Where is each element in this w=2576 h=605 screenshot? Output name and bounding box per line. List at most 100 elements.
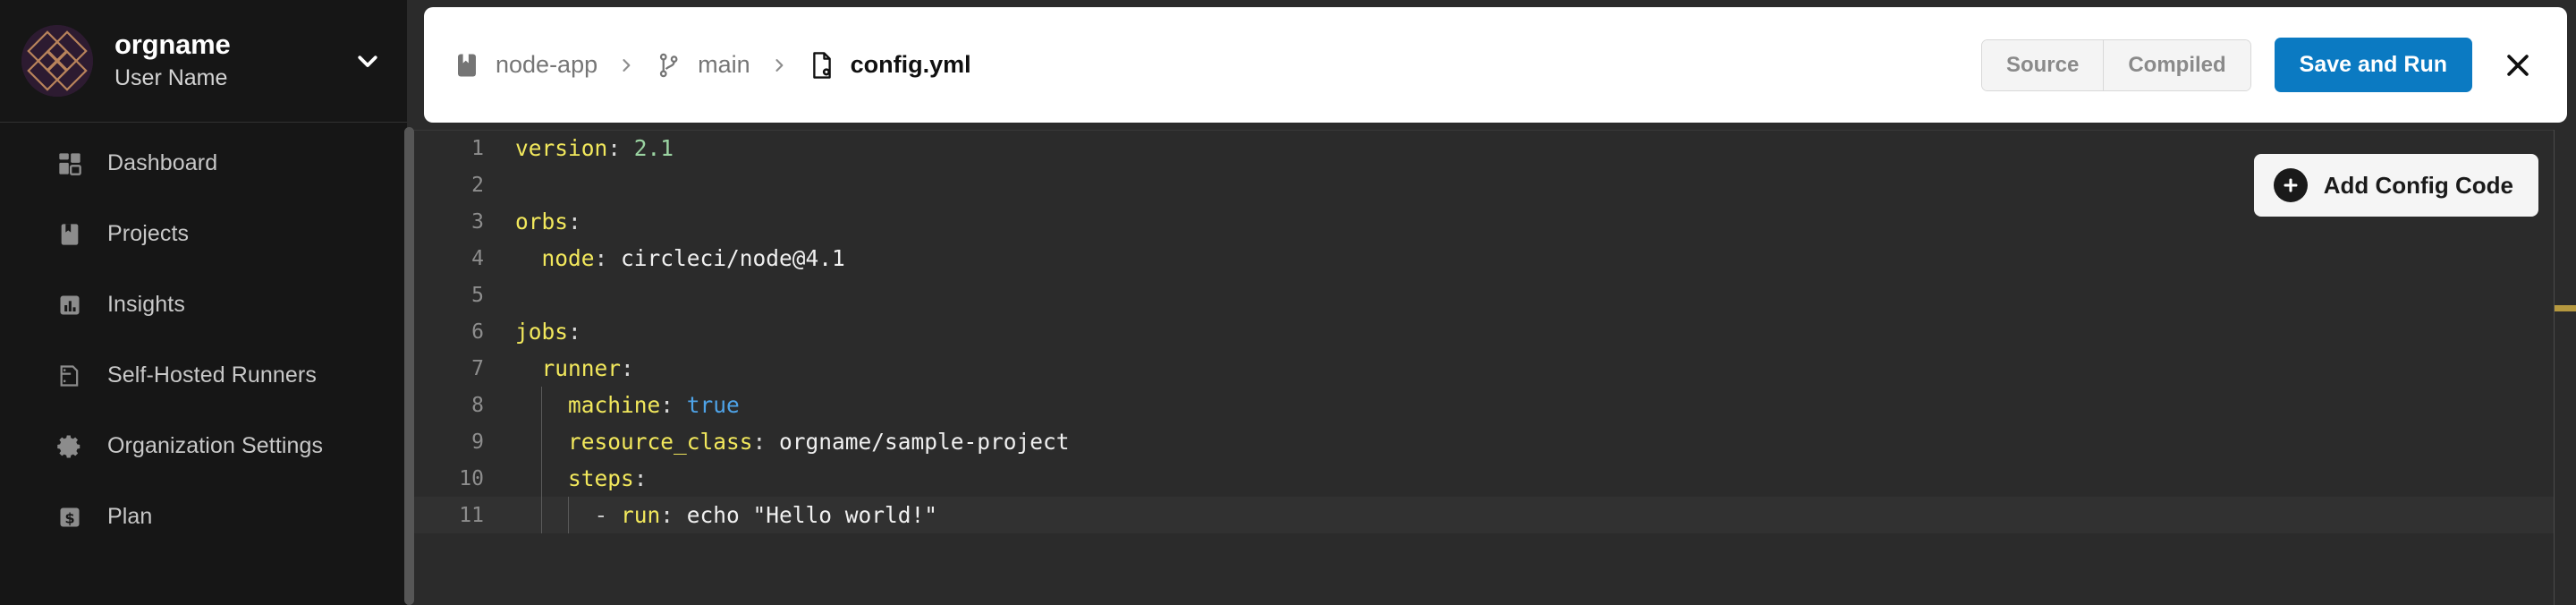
code-token: orbs bbox=[515, 209, 569, 234]
code-token: circleci/node@4.1 bbox=[621, 245, 845, 271]
line-number: 2 bbox=[471, 173, 484, 197]
breadcrumb-branch[interactable]: main bbox=[698, 51, 750, 79]
code-token: : bbox=[633, 465, 648, 491]
editor-header-panel: node-app main config.yml Source Compiled… bbox=[424, 7, 2567, 123]
project-book-icon bbox=[453, 51, 481, 80]
code-token: : bbox=[594, 245, 622, 271]
code-token: version bbox=[515, 135, 608, 161]
code-token: runner bbox=[515, 355, 622, 381]
org-name: orgname bbox=[114, 29, 231, 61]
code-token: : bbox=[752, 429, 780, 455]
line-number: 3 bbox=[471, 209, 484, 234]
sidebar-item-plan[interactable]: $ Plan bbox=[0, 496, 407, 538]
code-line[interactable]: 6 jobs: bbox=[407, 313, 2576, 350]
code-token: : bbox=[607, 135, 634, 161]
bookmark-book-icon bbox=[55, 220, 84, 249]
code-token: : bbox=[660, 502, 687, 528]
git-branch-icon bbox=[655, 51, 683, 80]
config-file-icon bbox=[808, 51, 836, 80]
app-root: orgname User Name Dashboard Projects Ins… bbox=[0, 0, 2576, 605]
code-token: : bbox=[621, 355, 634, 381]
gear-icon bbox=[55, 432, 84, 461]
add-config-code-label: Add Config Code bbox=[2323, 171, 2513, 199]
add-config-code-button[interactable]: Add Config Code bbox=[2253, 154, 2538, 217]
sidebar-item-label: Organization Settings bbox=[107, 433, 324, 458]
code-line[interactable]: 4 node: circleci/node@4.1 bbox=[407, 240, 2576, 277]
code-line[interactable]: 7 runner: bbox=[407, 350, 2576, 387]
sidebar-item-insights[interactable]: Insights bbox=[0, 284, 407, 326]
plus-circle-icon bbox=[2273, 168, 2308, 202]
chevron-right-icon bbox=[770, 54, 788, 77]
code-token: : bbox=[568, 209, 581, 234]
code-lines-container: 1 version: 2.1 2 3 orbs: 4 node: circleci/nod… bbox=[407, 130, 2576, 533]
indent-guide bbox=[567, 497, 569, 533]
sidebar-item-label: Projects bbox=[107, 221, 190, 246]
code-token: 2.1 bbox=[633, 135, 674, 161]
code-token: steps bbox=[515, 465, 634, 491]
code-line-text: jobs: bbox=[484, 319, 581, 345]
code-line-text: orbs: bbox=[484, 209, 581, 234]
ruler-warning-marker[interactable] bbox=[2555, 305, 2576, 311]
code-line[interactable]: 1 version: 2.1 bbox=[407, 130, 2576, 166]
line-number: 6 bbox=[471, 320, 484, 344]
save-and-run-button[interactable]: Save and Run bbox=[2274, 38, 2472, 92]
org-avatar bbox=[21, 25, 93, 97]
code-line[interactable]: 11 - run: echo "Hello world!" bbox=[407, 497, 2576, 533]
indent-guide bbox=[541, 387, 543, 533]
sidebar-item-organization-settings[interactable]: Organization Settings bbox=[0, 425, 407, 467]
sidebar-item-label: Self-Hosted Runners bbox=[107, 362, 317, 388]
breadcrumb-file: config.yml bbox=[850, 51, 971, 78]
dashboard-grid-icon bbox=[55, 149, 84, 178]
sidebar-nav: Dashboard Projects Insights Self-Hosted … bbox=[0, 123, 407, 538]
header-actions: Source Compiled Save and Run bbox=[1980, 38, 2567, 92]
org-user-name: User Name bbox=[114, 65, 228, 91]
code-token: resource_class bbox=[515, 429, 753, 455]
code-token: node bbox=[515, 245, 595, 271]
org-switcher[interactable]: orgname User Name bbox=[0, 0, 407, 123]
code-line-text: node: circleci/node@4.1 bbox=[484, 245, 845, 271]
tab-compiled[interactable]: Compiled bbox=[2103, 39, 2250, 90]
server-runner-icon bbox=[55, 362, 84, 390]
org-text-block: orgname User Name bbox=[114, 29, 344, 92]
yaml-code-editor[interactable]: 1 version: 2.1 2 3 orbs: 4 node: circleci/nod… bbox=[407, 130, 2576, 605]
code-line[interactable]: 3 orbs: bbox=[407, 203, 2576, 240]
code-token: : bbox=[660, 392, 687, 418]
bar-chart-icon bbox=[55, 291, 84, 320]
sidebar: orgname User Name Dashboard Projects Ins… bbox=[0, 0, 414, 605]
code-line-text: runner: bbox=[484, 355, 634, 381]
sidebar-scrollbar-thumb[interactable] bbox=[404, 127, 414, 605]
sidebar-item-self-hosted-runners[interactable]: Self-Hosted Runners bbox=[0, 354, 407, 396]
code-line[interactable]: 10 steps: bbox=[407, 460, 2576, 497]
tab-source[interactable]: Source bbox=[1981, 39, 2104, 90]
code-token: true bbox=[686, 392, 740, 418]
code-line[interactable]: 9 resource_class: orgname/sample-project bbox=[407, 423, 2576, 460]
code-token: machine bbox=[515, 392, 661, 418]
code-line-text: steps: bbox=[484, 465, 648, 491]
editor-overview-ruler[interactable] bbox=[2554, 130, 2576, 605]
view-mode-segmented-control: Source Compiled bbox=[1980, 38, 2251, 91]
sidebar-item-label: Plan bbox=[107, 504, 153, 529]
line-number: 8 bbox=[471, 393, 484, 417]
svg-text:$: $ bbox=[64, 509, 74, 526]
chevron-right-icon bbox=[617, 54, 635, 77]
close-x-icon[interactable] bbox=[2492, 39, 2544, 91]
code-token: orgname/sample-project bbox=[779, 429, 1070, 455]
chevron-down-icon[interactable] bbox=[350, 43, 386, 79]
line-number: 7 bbox=[471, 356, 484, 380]
breadcrumb-project[interactable]: node-app bbox=[496, 51, 597, 79]
code-line-text: resource_class: orgname/sample-project bbox=[484, 429, 1070, 455]
sidebar-item-dashboard[interactable]: Dashboard bbox=[0, 142, 407, 184]
code-token: jobs bbox=[515, 319, 569, 345]
code-line-text: machine: true bbox=[484, 392, 740, 418]
line-number: 9 bbox=[471, 430, 484, 454]
code-line[interactable]: 2 bbox=[407, 166, 2576, 203]
config-editor-main: node-app main config.yml Source Compiled… bbox=[407, 0, 2576, 605]
breadcrumb: node-app main config.yml bbox=[453, 51, 1981, 80]
sidebar-item-label: Dashboard bbox=[107, 150, 218, 175]
code-line-text: version: 2.1 bbox=[484, 135, 674, 161]
code-line[interactable]: 5 bbox=[407, 277, 2576, 313]
code-token: : bbox=[568, 319, 581, 345]
sidebar-item-projects[interactable]: Projects bbox=[0, 213, 407, 255]
line-number: 5 bbox=[471, 283, 484, 307]
code-line[interactable]: 8 machine: true bbox=[407, 387, 2576, 423]
